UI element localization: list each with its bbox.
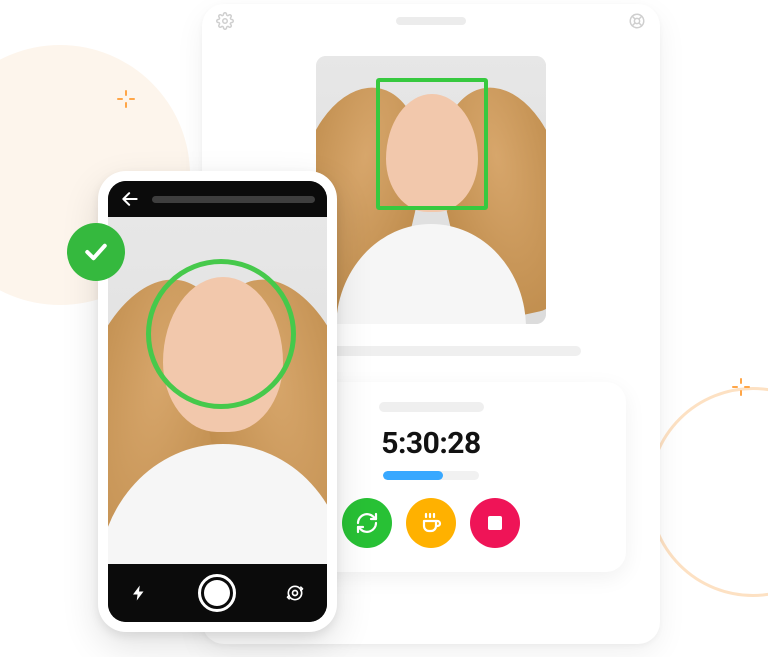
refresh-arrows-icon <box>355 511 379 535</box>
timer-progress <box>383 471 479 480</box>
tablet-topbar <box>202 4 660 38</box>
face-detection-circle <box>146 259 296 409</box>
placeholder-line <box>379 402 484 412</box>
timer-progress-fill <box>383 471 443 480</box>
switch-camera-icon[interactable] <box>285 583 305 603</box>
verification-photo <box>316 56 546 324</box>
stop-button[interactable] <box>470 498 520 548</box>
phone-bottombar <box>108 564 327 622</box>
phone-device <box>98 171 337 632</box>
coffee-cup-icon <box>419 511 443 535</box>
gear-icon[interactable] <box>216 12 234 30</box>
sparkle-icon <box>732 378 750 396</box>
face-detection-box <box>376 78 488 210</box>
sparkle-icon <box>117 90 135 108</box>
help-icon[interactable] <box>628 12 646 30</box>
check-icon <box>81 237 111 267</box>
flash-icon[interactable] <box>130 584 148 602</box>
camera-viewfinder <box>108 217 327 564</box>
verification-success-badge <box>67 223 125 281</box>
placeholder-line <box>152 196 315 203</box>
decorative-ring-right <box>648 387 768 597</box>
phone-topbar <box>108 181 327 217</box>
break-button[interactable] <box>406 498 456 548</box>
arrow-left-icon[interactable] <box>120 189 140 209</box>
shutter-button[interactable] <box>198 574 236 612</box>
stop-icon <box>485 513 505 533</box>
speaker-slot <box>396 17 466 25</box>
start-button[interactable] <box>342 498 392 548</box>
